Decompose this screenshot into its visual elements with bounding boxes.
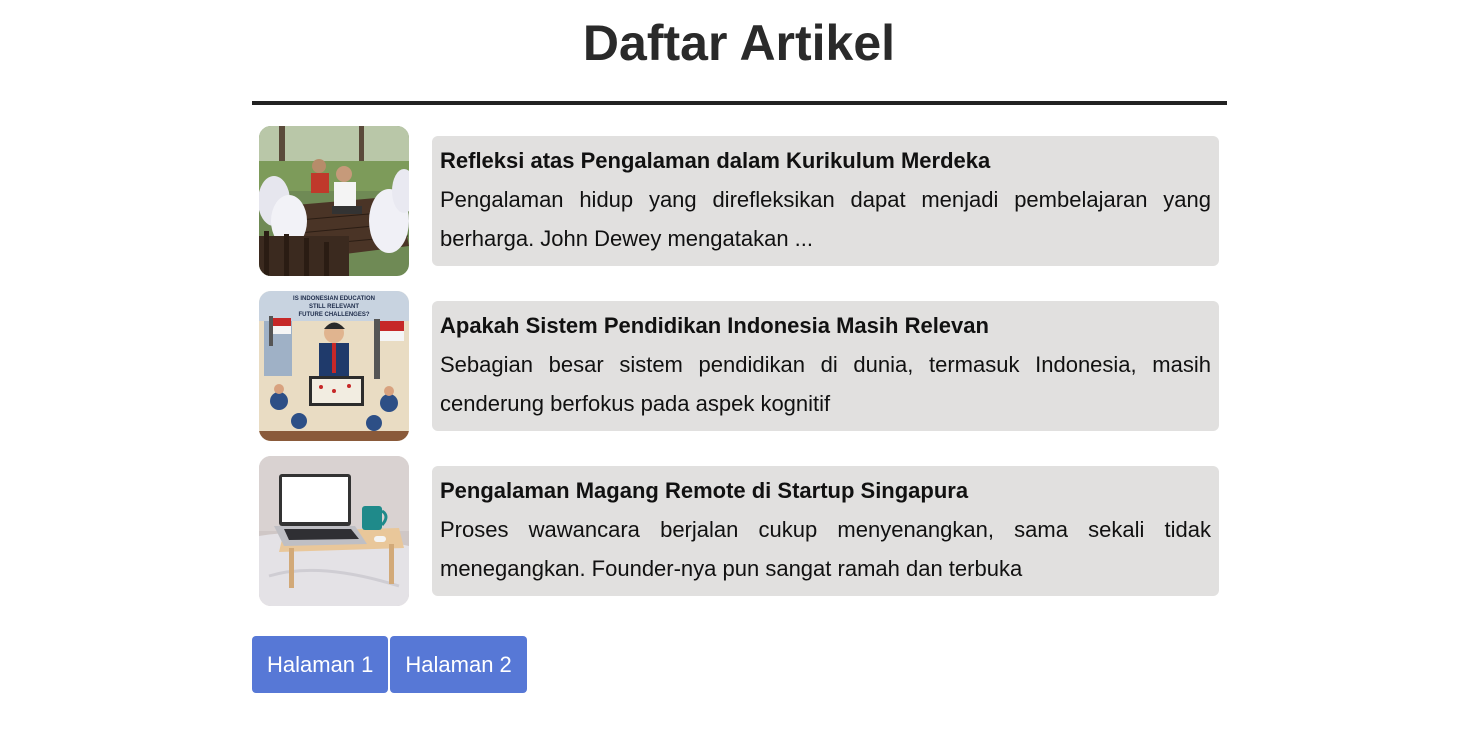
students-outdoor-photo-image: [259, 126, 409, 276]
svg-text:STILL RELEVANT: STILL RELEVANT: [309, 304, 359, 310]
article-title[interactable]: Apakah Sistem Pendidikan Indonesia Masih…: [440, 312, 1211, 340]
article-card[interactable]: Refleksi atas Pengalaman dalam Kurikulum…: [432, 136, 1219, 266]
article-card[interactable]: Pengalaman Magang Remote di Startup Sing…: [432, 466, 1219, 596]
laptop-photo-image: [259, 456, 409, 606]
article-title[interactable]: Refleksi atas Pengalaman dalam Kurikulum…: [440, 147, 1211, 175]
page-2-button[interactable]: Halaman 2: [390, 636, 527, 693]
education-illustration-image: IS INDONESIAN EDUCATION STILL RELEVANT F…: [259, 291, 409, 441]
article-thumbnail[interactable]: [259, 456, 409, 606]
article-item: IS INDONESIAN EDUCATION STILL RELEVANT F…: [259, 291, 1221, 441]
page-title: Daftar Artikel: [582, 15, 896, 71]
poster-text: IS INDONESIAN EDUCATION: [293, 296, 375, 302]
article-excerpt: Proses wawancara berjalan cukup menyenan…: [440, 517, 1211, 581]
article-thumbnail[interactable]: IS INDONESIAN EDUCATION STILL RELEVANT F…: [259, 291, 409, 441]
article-title[interactable]: Pengalaman Magang Remote di Startup Sing…: [440, 477, 1211, 505]
article-excerpt: Sebagian besar sistem pendidikan di duni…: [440, 352, 1211, 416]
pagination: Halaman 1 Halaman 2: [252, 636, 529, 693]
article-excerpt: Pengalaman hidup yang direfleksikan dapa…: [440, 187, 1211, 251]
article-thumbnail[interactable]: [259, 126, 409, 276]
svg-text:FUTURE CHALLENGES?: FUTURE CHALLENGES?: [299, 312, 370, 318]
article-card[interactable]: Apakah Sistem Pendidikan Indonesia Masih…: [432, 301, 1219, 431]
title-divider: [252, 101, 1227, 105]
page: Daftar Artikel Refleksi atas Pengalaman …: [0, 0, 1468, 734]
page-1-button[interactable]: Halaman 1: [252, 636, 389, 693]
article-item: Refleksi atas Pengalaman dalam Kurikulum…: [259, 126, 1221, 276]
article-item: Pengalaman Magang Remote di Startup Sing…: [259, 456, 1221, 606]
